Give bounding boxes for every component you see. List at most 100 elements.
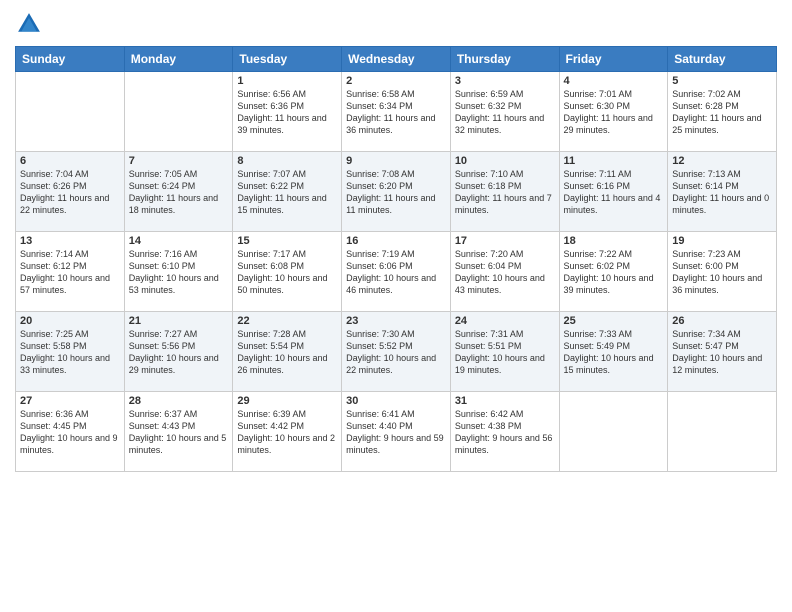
- table-row: 3Sunrise: 6:59 AM Sunset: 6:32 PM Daylig…: [450, 72, 559, 152]
- day-number: 14: [129, 235, 229, 247]
- day-number: 26: [672, 315, 772, 327]
- table-row: [668, 392, 777, 472]
- day-info: Sunrise: 7:27 AM Sunset: 5:56 PM Dayligh…: [129, 328, 229, 377]
- calendar-week-row: 1Sunrise: 6:56 AM Sunset: 6:36 PM Daylig…: [16, 72, 777, 152]
- table-row: 15Sunrise: 7:17 AM Sunset: 6:08 PM Dayli…: [233, 232, 342, 312]
- day-info: Sunrise: 7:11 AM Sunset: 6:16 PM Dayligh…: [564, 168, 664, 217]
- day-number: 24: [455, 315, 555, 327]
- calendar-table: Sunday Monday Tuesday Wednesday Thursday…: [15, 46, 777, 472]
- day-info: Sunrise: 7:30 AM Sunset: 5:52 PM Dayligh…: [346, 328, 446, 377]
- day-number: 15: [237, 235, 337, 247]
- table-row: 17Sunrise: 7:20 AM Sunset: 6:04 PM Dayli…: [450, 232, 559, 312]
- day-info: Sunrise: 6:58 AM Sunset: 6:34 PM Dayligh…: [346, 88, 446, 137]
- day-info: Sunrise: 6:36 AM Sunset: 4:45 PM Dayligh…: [20, 408, 120, 457]
- table-row: 31Sunrise: 6:42 AM Sunset: 4:38 PM Dayli…: [450, 392, 559, 472]
- table-row: 20Sunrise: 7:25 AM Sunset: 5:58 PM Dayli…: [16, 312, 125, 392]
- day-info: Sunrise: 7:05 AM Sunset: 6:24 PM Dayligh…: [129, 168, 229, 217]
- day-number: 9: [346, 155, 446, 167]
- table-row: 28Sunrise: 6:37 AM Sunset: 4:43 PM Dayli…: [124, 392, 233, 472]
- day-info: Sunrise: 7:25 AM Sunset: 5:58 PM Dayligh…: [20, 328, 120, 377]
- day-info: Sunrise: 7:01 AM Sunset: 6:30 PM Dayligh…: [564, 88, 664, 137]
- day-info: Sunrise: 6:39 AM Sunset: 4:42 PM Dayligh…: [237, 408, 337, 457]
- day-info: Sunrise: 6:41 AM Sunset: 4:40 PM Dayligh…: [346, 408, 446, 457]
- day-number: 7: [129, 155, 229, 167]
- table-row: 13Sunrise: 7:14 AM Sunset: 6:12 PM Dayli…: [16, 232, 125, 312]
- table-row: 11Sunrise: 7:11 AM Sunset: 6:16 PM Dayli…: [559, 152, 668, 232]
- table-row: 24Sunrise: 7:31 AM Sunset: 5:51 PM Dayli…: [450, 312, 559, 392]
- day-info: Sunrise: 7:16 AM Sunset: 6:10 PM Dayligh…: [129, 248, 229, 297]
- day-number: 29: [237, 395, 337, 407]
- col-friday: Friday: [559, 47, 668, 72]
- table-row: 2Sunrise: 6:58 AM Sunset: 6:34 PM Daylig…: [342, 72, 451, 152]
- day-info: Sunrise: 7:17 AM Sunset: 6:08 PM Dayligh…: [237, 248, 337, 297]
- logo: [15, 10, 47, 38]
- day-info: Sunrise: 7:28 AM Sunset: 5:54 PM Dayligh…: [237, 328, 337, 377]
- day-info: Sunrise: 7:04 AM Sunset: 6:26 PM Dayligh…: [20, 168, 120, 217]
- table-row: 14Sunrise: 7:16 AM Sunset: 6:10 PM Dayli…: [124, 232, 233, 312]
- table-row: 22Sunrise: 7:28 AM Sunset: 5:54 PM Dayli…: [233, 312, 342, 392]
- day-info: Sunrise: 6:59 AM Sunset: 6:32 PM Dayligh…: [455, 88, 555, 137]
- table-row: 5Sunrise: 7:02 AM Sunset: 6:28 PM Daylig…: [668, 72, 777, 152]
- day-info: Sunrise: 7:19 AM Sunset: 6:06 PM Dayligh…: [346, 248, 446, 297]
- table-row: 29Sunrise: 6:39 AM Sunset: 4:42 PM Dayli…: [233, 392, 342, 472]
- col-monday: Monday: [124, 47, 233, 72]
- table-row: 4Sunrise: 7:01 AM Sunset: 6:30 PM Daylig…: [559, 72, 668, 152]
- day-number: 10: [455, 155, 555, 167]
- table-row: 26Sunrise: 7:34 AM Sunset: 5:47 PM Dayli…: [668, 312, 777, 392]
- day-number: 2: [346, 75, 446, 87]
- day-info: Sunrise: 7:23 AM Sunset: 6:00 PM Dayligh…: [672, 248, 772, 297]
- col-tuesday: Tuesday: [233, 47, 342, 72]
- day-info: Sunrise: 7:33 AM Sunset: 5:49 PM Dayligh…: [564, 328, 664, 377]
- day-info: Sunrise: 6:56 AM Sunset: 6:36 PM Dayligh…: [237, 88, 337, 137]
- day-info: Sunrise: 7:22 AM Sunset: 6:02 PM Dayligh…: [564, 248, 664, 297]
- calendar-week-row: 27Sunrise: 6:36 AM Sunset: 4:45 PM Dayli…: [16, 392, 777, 472]
- day-number: 23: [346, 315, 446, 327]
- day-number: 31: [455, 395, 555, 407]
- table-row: 16Sunrise: 7:19 AM Sunset: 6:06 PM Dayli…: [342, 232, 451, 312]
- day-number: 18: [564, 235, 664, 247]
- col-wednesday: Wednesday: [342, 47, 451, 72]
- col-saturday: Saturday: [668, 47, 777, 72]
- table-row: 30Sunrise: 6:41 AM Sunset: 4:40 PM Dayli…: [342, 392, 451, 472]
- table-row: 19Sunrise: 7:23 AM Sunset: 6:00 PM Dayli…: [668, 232, 777, 312]
- table-row: 25Sunrise: 7:33 AM Sunset: 5:49 PM Dayli…: [559, 312, 668, 392]
- day-number: 21: [129, 315, 229, 327]
- day-number: 22: [237, 315, 337, 327]
- table-row: [16, 72, 125, 152]
- day-info: Sunrise: 7:20 AM Sunset: 6:04 PM Dayligh…: [455, 248, 555, 297]
- day-number: 1: [237, 75, 337, 87]
- day-info: Sunrise: 6:37 AM Sunset: 4:43 PM Dayligh…: [129, 408, 229, 457]
- day-info: Sunrise: 7:08 AM Sunset: 6:20 PM Dayligh…: [346, 168, 446, 217]
- calendar-week-row: 20Sunrise: 7:25 AM Sunset: 5:58 PM Dayli…: [16, 312, 777, 392]
- day-number: 8: [237, 155, 337, 167]
- day-number: 27: [20, 395, 120, 407]
- day-info: Sunrise: 7:02 AM Sunset: 6:28 PM Dayligh…: [672, 88, 772, 137]
- table-row: 8Sunrise: 7:07 AM Sunset: 6:22 PM Daylig…: [233, 152, 342, 232]
- calendar-week-row: 13Sunrise: 7:14 AM Sunset: 6:12 PM Dayli…: [16, 232, 777, 312]
- day-number: 30: [346, 395, 446, 407]
- table-row: 6Sunrise: 7:04 AM Sunset: 6:26 PM Daylig…: [16, 152, 125, 232]
- day-number: 6: [20, 155, 120, 167]
- calendar-week-row: 6Sunrise: 7:04 AM Sunset: 6:26 PM Daylig…: [16, 152, 777, 232]
- day-number: 3: [455, 75, 555, 87]
- day-number: 4: [564, 75, 664, 87]
- day-number: 25: [564, 315, 664, 327]
- day-info: Sunrise: 7:13 AM Sunset: 6:14 PM Dayligh…: [672, 168, 772, 217]
- table-row: 27Sunrise: 6:36 AM Sunset: 4:45 PM Dayli…: [16, 392, 125, 472]
- table-row: 10Sunrise: 7:10 AM Sunset: 6:18 PM Dayli…: [450, 152, 559, 232]
- day-info: Sunrise: 6:42 AM Sunset: 4:38 PM Dayligh…: [455, 408, 555, 457]
- table-row: [559, 392, 668, 472]
- day-info: Sunrise: 7:07 AM Sunset: 6:22 PM Dayligh…: [237, 168, 337, 217]
- day-number: 11: [564, 155, 664, 167]
- col-thursday: Thursday: [450, 47, 559, 72]
- calendar-header-row: Sunday Monday Tuesday Wednesday Thursday…: [16, 47, 777, 72]
- day-number: 20: [20, 315, 120, 327]
- table-row: 21Sunrise: 7:27 AM Sunset: 5:56 PM Dayli…: [124, 312, 233, 392]
- table-row: 7Sunrise: 7:05 AM Sunset: 6:24 PM Daylig…: [124, 152, 233, 232]
- day-number: 13: [20, 235, 120, 247]
- table-row: 1Sunrise: 6:56 AM Sunset: 6:36 PM Daylig…: [233, 72, 342, 152]
- table-row: 12Sunrise: 7:13 AM Sunset: 6:14 PM Dayli…: [668, 152, 777, 232]
- table-row: 18Sunrise: 7:22 AM Sunset: 6:02 PM Dayli…: [559, 232, 668, 312]
- day-number: 12: [672, 155, 772, 167]
- day-info: Sunrise: 7:10 AM Sunset: 6:18 PM Dayligh…: [455, 168, 555, 217]
